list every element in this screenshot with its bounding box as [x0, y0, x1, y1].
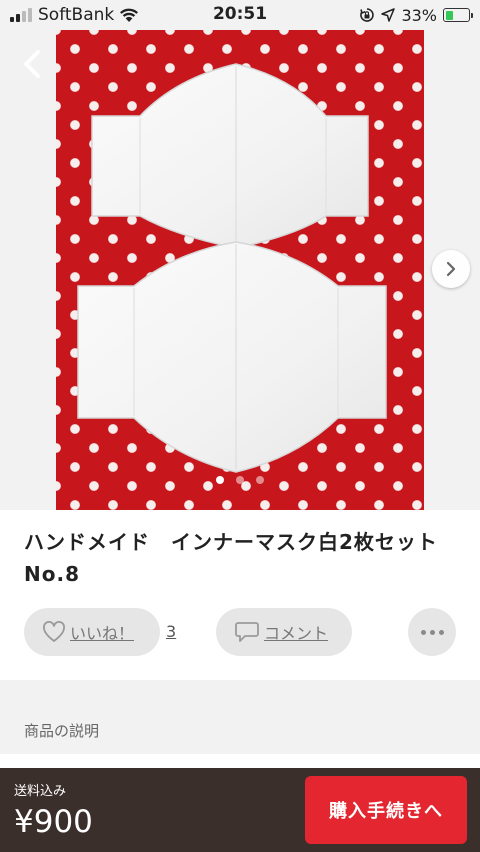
page-dot[interactable] [256, 476, 264, 484]
buy-button[interactable]: 購入手続きへ [305, 776, 467, 844]
battery-level [445, 10, 453, 20]
next-image-button[interactable] [432, 250, 470, 288]
rotation-lock-icon [360, 8, 375, 22]
description-section-label: 商品の説明 [24, 722, 100, 740]
description-body [0, 754, 480, 768]
back-button[interactable] [12, 44, 52, 84]
gallery-page-indicator [0, 476, 480, 484]
price: ¥900 [14, 804, 93, 840]
speech-bubble-icon [235, 622, 259, 642]
page-dot[interactable] [216, 476, 224, 484]
battery-percent: 33% [401, 5, 437, 25]
more-dot [420, 629, 426, 635]
heart-icon [43, 621, 65, 642]
like-label: いいね！ [70, 624, 135, 643]
location-icon [381, 8, 396, 22]
comment-label: コメント [264, 624, 329, 643]
purchase-bar: 送料込み ¥900 購入手続きへ [0, 768, 480, 852]
shipping-label: 送料込み [14, 784, 67, 799]
more-dot [429, 629, 435, 635]
lower-mask [77, 241, 387, 473]
more-options-button[interactable] [408, 608, 456, 656]
mask-illustration [77, 63, 387, 473]
comment-button[interactable]: コメント [216, 608, 352, 656]
battery-charging-icon [443, 8, 473, 22]
product-photo[interactable] [56, 30, 424, 510]
product-title: ハンドメイド インナーマスク白2枚セット No.8 [24, 530, 459, 586]
status-bar: SoftBank 20:51 33% [0, 0, 480, 30]
more-dot [438, 629, 444, 635]
page-dot[interactable] [236, 476, 244, 484]
like-count[interactable]: 3 [166, 622, 176, 641]
chevron-left-icon [24, 50, 40, 78]
product-image-gallery[interactable] [0, 0, 480, 510]
chevron-right-icon [446, 261, 456, 277]
like-button[interactable]: いいね！ [24, 608, 160, 656]
